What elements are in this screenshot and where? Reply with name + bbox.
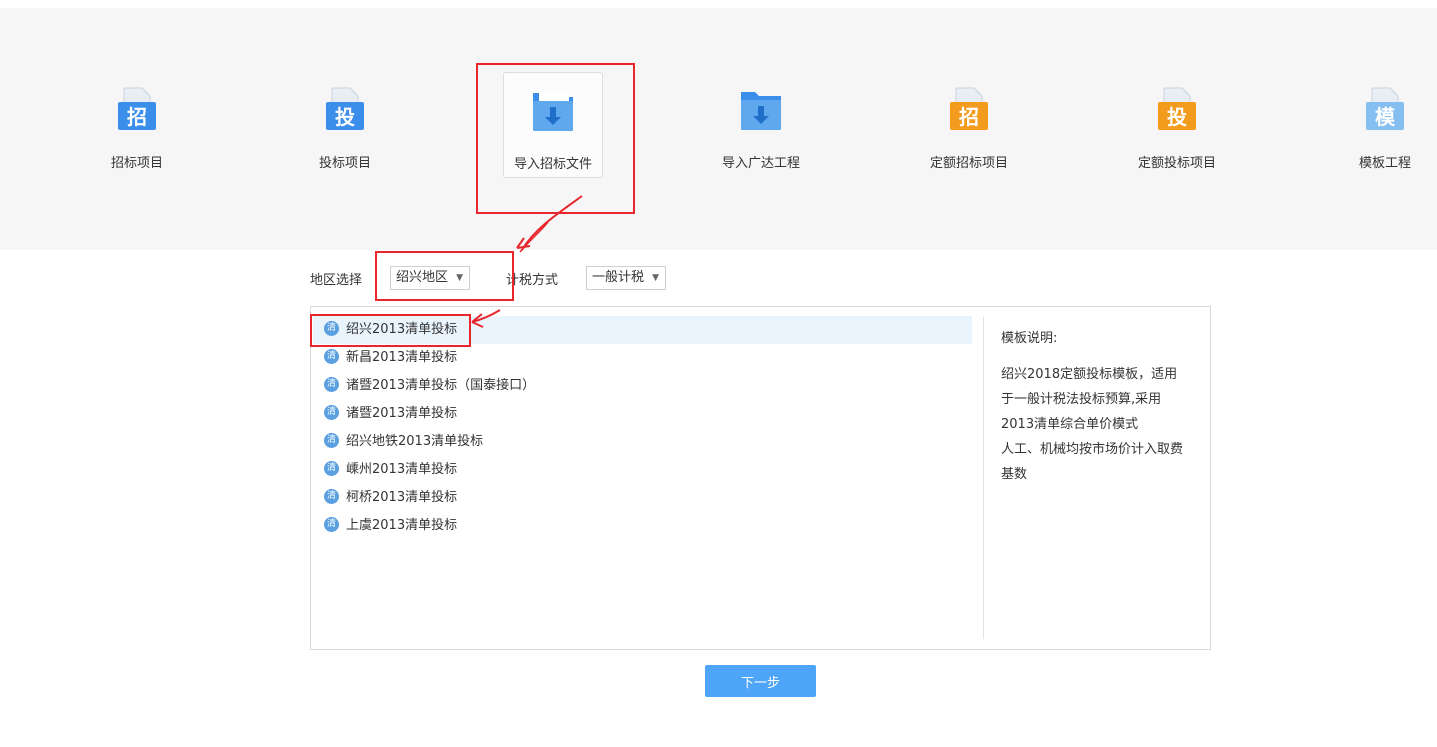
bid-document-icon: 招 (118, 87, 156, 130)
tender-document-icon: 投 (326, 87, 364, 130)
type-tile-import-guangda-project[interactable]: 导入广达工程 (711, 72, 811, 178)
qing-badge-icon: 清 (324, 404, 339, 420)
qing-badge-icon: 清 (324, 320, 339, 336)
template-name: 柯桥2013清单投标 (346, 490, 458, 505)
tax-method-select-value: 一般计税 (592, 270, 645, 285)
template-description-line: 人工、机械均按市场价计入取费 (1001, 442, 1184, 457)
type-tile-bid-project[interactable]: 招 招标项目 (87, 72, 187, 178)
type-label: 定额投标项目 (1137, 156, 1216, 171)
template-list-item[interactable]: 清诸暨2013清单投标 (313, 400, 972, 428)
template-list-item[interactable]: 清柯桥2013清单投标 (313, 484, 972, 512)
type-label: 导入招标文件 (513, 157, 592, 172)
tax-method-label: 计税方式 (506, 273, 559, 288)
template-document-icon: 模 (1366, 87, 1404, 130)
template-list-item[interactable]: 清上虞2013清单投标 (313, 512, 972, 540)
quota-bid-document-icon: 招 (950, 87, 988, 130)
qing-badge-icon: 清 (324, 348, 339, 364)
next-step-button[interactable]: 下一步 (705, 665, 816, 697)
template-list-item[interactable]: 清新昌2013清单投标 (313, 344, 972, 372)
template-list-item[interactable]: 清嵊州2013清单投标 (313, 456, 972, 484)
template-name: 新昌2013清单投标 (346, 350, 458, 365)
template-name: 嵊州2013清单投标 (346, 462, 458, 477)
template-list-item[interactable]: 清绍兴2013清单投标 (313, 316, 972, 344)
template-name: 上虞2013清单投标 (346, 518, 458, 533)
qing-badge-icon: 清 (324, 432, 339, 448)
folder-download-icon (533, 91, 573, 131)
qing-badge-icon: 清 (324, 460, 339, 476)
type-tile-template-project[interactable]: 模 模板工程 (1335, 72, 1435, 178)
type-label: 导入广达工程 (721, 156, 800, 171)
template-description-line: 2013清单综合单价模式 (1001, 417, 1139, 432)
template-name: 诸暨2013清单投标（国泰接口） (346, 378, 536, 393)
svg-text:投: 投 (1167, 105, 1187, 129)
type-label: 招标项目 (110, 156, 163, 171)
region-select-value: 绍兴地区 (396, 270, 449, 285)
type-label: 投标项目 (318, 156, 371, 171)
region-select[interactable]: 绍兴地区 ▼ (390, 266, 470, 290)
qing-badge-icon: 清 (324, 516, 339, 532)
svg-text:模: 模 (1375, 105, 1396, 129)
type-tile-quota-tender-project[interactable]: 投 定额投标项目 (1127, 72, 1227, 178)
type-label: 定额招标项目 (929, 156, 1008, 171)
template-name: 诸暨2013清单投标 (346, 406, 458, 421)
caret-down-icon: ▼ (456, 273, 463, 283)
folder-download-icon (741, 92, 781, 130)
svg-text:招: 招 (959, 105, 979, 129)
tax-method-select[interactable]: 一般计税 ▼ (586, 266, 666, 290)
type-label: 模板工程 (1358, 156, 1411, 171)
template-description-line: 于一般计税法投标预算,采用 (1001, 392, 1162, 407)
svg-text:招: 招 (127, 105, 147, 129)
type-tile-import-bid-file[interactable]: 导入招标文件 (503, 72, 603, 178)
template-description-line: 基数 (1001, 467, 1028, 482)
template-list-item[interactable]: 清诸暨2013清单投标（国泰接口） (313, 372, 972, 400)
caret-down-icon: ▼ (652, 273, 659, 283)
qing-badge-icon: 清 (324, 376, 339, 392)
svg-text:投: 投 (335, 105, 355, 129)
type-tile-tender-project[interactable]: 投 投标项目 (295, 72, 395, 178)
panel-divider (983, 317, 984, 639)
template-name: 绍兴2013清单投标 (346, 322, 458, 337)
region-label: 地区选择 (310, 273, 363, 288)
quota-tender-document-icon: 投 (1158, 87, 1196, 130)
template-panel: 清绍兴2013清单投标清新昌2013清单投标清诸暨2013清单投标（国泰接口）清… (310, 306, 1211, 650)
type-tile-quota-bid-project[interactable]: 招 定额招标项目 (919, 72, 1019, 178)
template-description-title: 模板说明: (1001, 331, 1058, 346)
template-list-item[interactable]: 清绍兴地铁2013清单投标 (313, 428, 972, 456)
template-description-line: 绍兴2018定额投标模板，适用 (1001, 367, 1178, 382)
qing-badge-icon: 清 (324, 488, 339, 504)
template-name: 绍兴地铁2013清单投标 (346, 434, 484, 449)
